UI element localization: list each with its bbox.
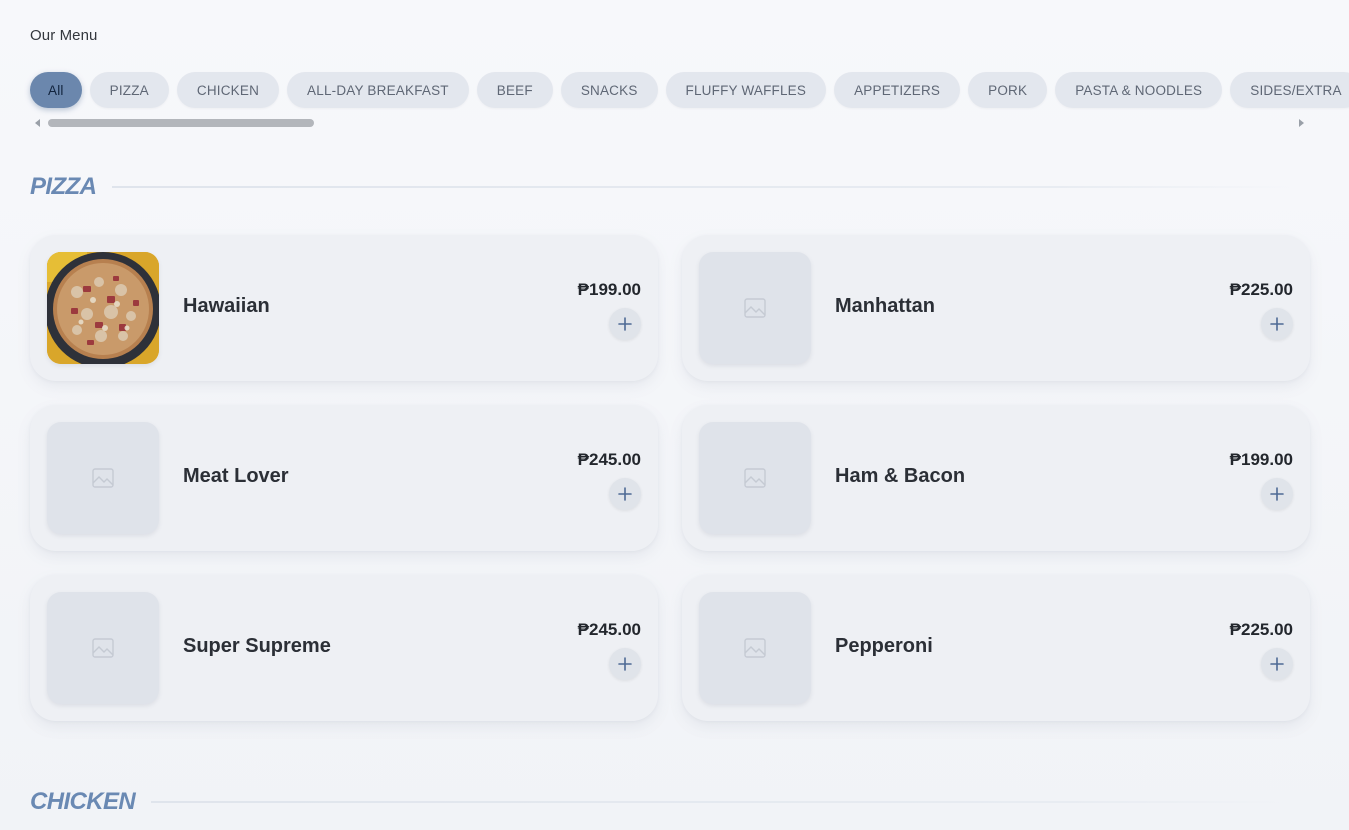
- item-price: ₱199.00: [1229, 450, 1293, 469]
- pizza-photo-image: [47, 252, 159, 364]
- scroll-left-arrow-icon[interactable]: [35, 119, 40, 127]
- add-to-cart-button[interactable]: [609, 648, 641, 680]
- section-divider: [151, 801, 1290, 803]
- category-chip-all[interactable]: All: [30, 72, 82, 108]
- item-price: ₱225.00: [1229, 280, 1293, 299]
- scrollbar-thumb[interactable]: [48, 119, 314, 127]
- menu-item-card[interactable]: Ham & Bacon ₱199.00: [682, 405, 1310, 551]
- image-placeholder-icon: [744, 638, 766, 658]
- plus-icon: [618, 317, 632, 331]
- plus-icon: [618, 487, 632, 501]
- plus-icon: [1270, 487, 1284, 501]
- image-placeholder-icon: [744, 298, 766, 318]
- item-price: ₱199.00: [577, 280, 641, 299]
- item-name: Super Supreme: [183, 635, 331, 657]
- pizza-item-grid: Hawaiian ₱199.00 Manhattan ₱225.00 Meat …: [30, 235, 1310, 721]
- item-photo-placeholder: [47, 422, 159, 534]
- item-name: Ham & Bacon: [835, 465, 966, 487]
- add-to-cart-button[interactable]: [1261, 308, 1293, 340]
- category-chip-pasta-noodles[interactable]: PASTA & NOODLES: [1055, 72, 1223, 108]
- item-photo-placeholder: [699, 422, 811, 534]
- category-chip-beef[interactable]: BEEF: [476, 72, 553, 108]
- add-to-cart-button[interactable]: [1261, 478, 1293, 510]
- menu-item-card[interactable]: Meat Lover ₱245.00: [30, 405, 658, 551]
- category-chip-all-day-breakfast[interactable]: ALL-DAY BREAKFAST: [287, 72, 469, 108]
- plus-icon: [1270, 657, 1284, 671]
- menu-item-card[interactable]: Super Supreme ₱245.00: [30, 575, 658, 721]
- add-to-cart-button[interactable]: [609, 308, 641, 340]
- scroll-right-arrow-icon[interactable]: [1299, 119, 1304, 127]
- category-filter-bar: All PIZZA CHICKEN ALL-DAY BREAKFAST BEEF…: [30, 72, 1349, 108]
- item-name: Manhattan: [835, 295, 935, 317]
- add-to-cart-button[interactable]: [1261, 648, 1293, 680]
- category-chip-fluffy-waffles[interactable]: FLUFFY WAFFLES: [665, 72, 827, 108]
- menu-item-card[interactable]: Pepperoni ₱225.00: [682, 575, 1310, 721]
- category-chip-snacks[interactable]: SNACKS: [560, 72, 658, 108]
- section-divider: [112, 186, 1290, 188]
- image-placeholder-icon: [92, 638, 114, 658]
- item-name: Pepperoni: [835, 635, 933, 657]
- item-price: ₱245.00: [577, 620, 641, 639]
- item-name: Meat Lover: [183, 465, 289, 487]
- category-chip-pork[interactable]: PORK: [968, 72, 1048, 108]
- add-to-cart-button[interactable]: [609, 478, 641, 510]
- category-scrollbar[interactable]: [30, 117, 1306, 129]
- plus-icon: [1270, 317, 1284, 331]
- item-photo-placeholder: [699, 592, 811, 704]
- section-header-pizza: PIZZA: [30, 173, 1290, 201]
- section-header-chicken: CHICKEN: [30, 788, 1290, 816]
- item-price: ₱225.00: [1229, 620, 1293, 639]
- category-chip-appetizers[interactable]: APPETIZERS: [834, 72, 961, 108]
- image-placeholder-icon: [92, 468, 114, 488]
- item-photo: [47, 252, 159, 364]
- menu-page: Our Menu All PIZZA CHICKEN ALL-DAY BREAK…: [0, 0, 1349, 830]
- category-chip-pizza[interactable]: PIZZA: [89, 72, 169, 108]
- item-price: ₱245.00: [577, 450, 641, 469]
- section-title: CHICKEN: [30, 788, 136, 815]
- category-chip-sides-extra[interactable]: SIDES/EXTRA: [1230, 72, 1349, 108]
- menu-item-card[interactable]: Manhattan ₱225.00: [682, 235, 1310, 381]
- image-placeholder-icon: [744, 468, 766, 488]
- category-chip-chicken[interactable]: CHICKEN: [176, 72, 280, 108]
- item-photo-placeholder: [699, 252, 811, 364]
- item-photo-placeholder: [47, 592, 159, 704]
- page-title: Our Menu: [30, 27, 98, 44]
- section-title: PIZZA: [30, 173, 97, 200]
- item-name: Hawaiian: [183, 295, 270, 317]
- menu-item-card[interactable]: Hawaiian ₱199.00: [30, 235, 658, 381]
- plus-icon: [618, 657, 632, 671]
